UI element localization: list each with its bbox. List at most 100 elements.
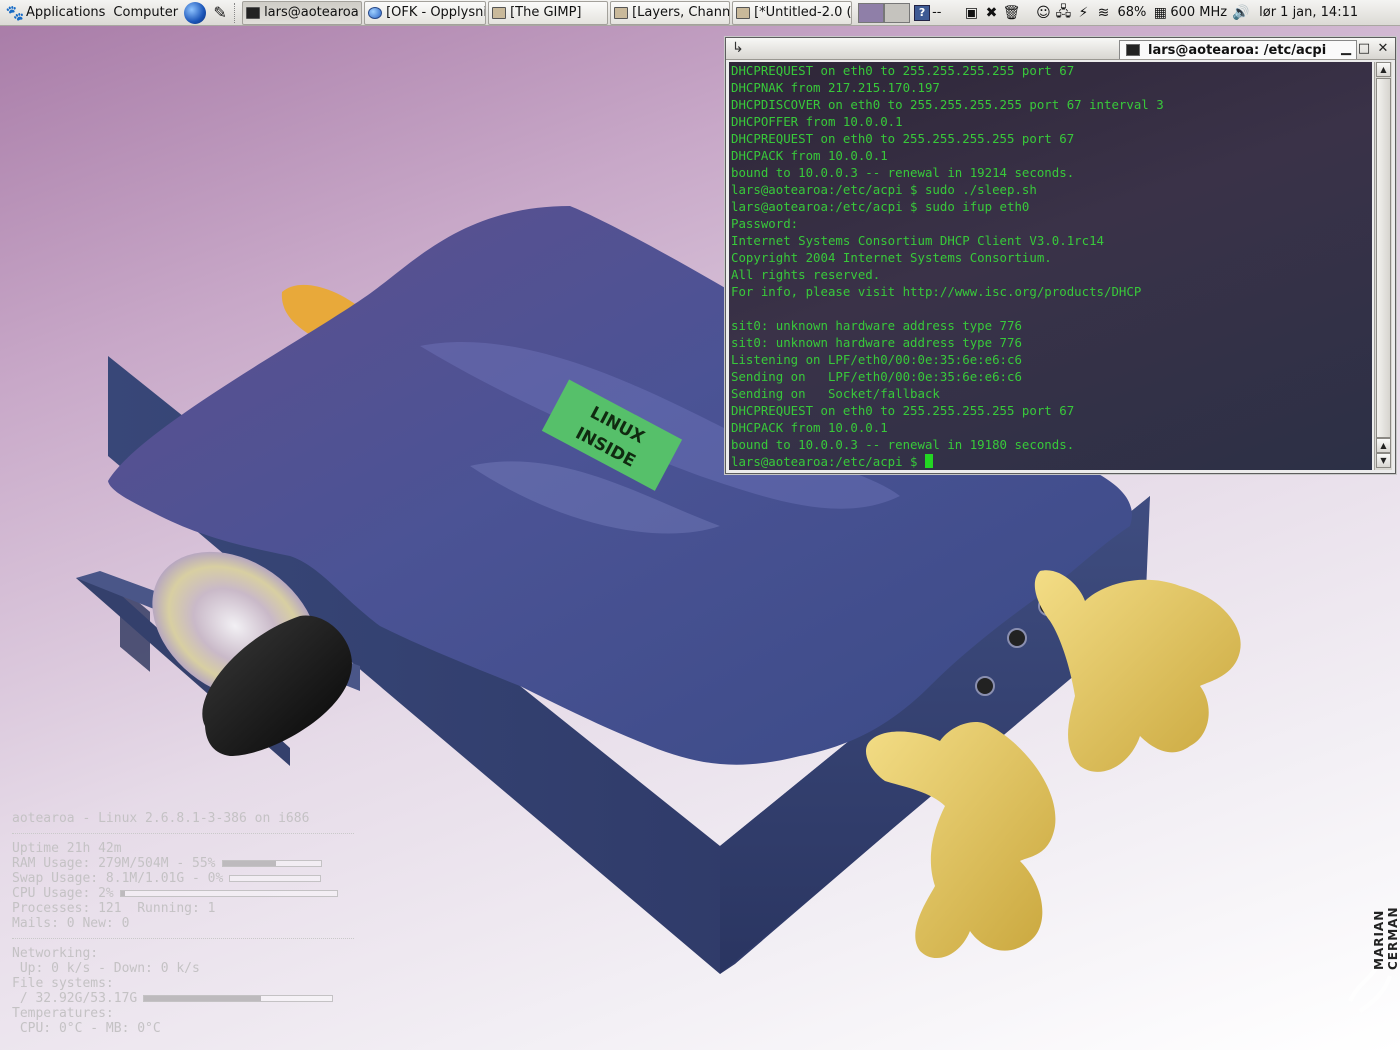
battery-label: 68% bbox=[1117, 5, 1147, 20]
terminal-icon bbox=[1126, 44, 1140, 56]
window-menu-icon[interactable]: ↳ bbox=[732, 40, 744, 56]
terminal-line: DHCPNAK from 217.215.170.197 bbox=[731, 80, 940, 95]
speaker-icon: 🔊 bbox=[1232, 4, 1250, 21]
terminal-line: Copyright 2004 Internet Systems Consorti… bbox=[731, 250, 1052, 265]
task-gimp-untitled[interactable]: [*Untitled-2.0 ( bbox=[732, 0, 853, 25]
clock-label: lør 1 jan, 14:11 bbox=[1259, 5, 1359, 20]
task-web-browser[interactable]: [OFK - Opplysni bbox=[364, 0, 487, 25]
task-label: lars@aotearoa bbox=[264, 5, 359, 20]
battery-applet[interactable]: 68% bbox=[1117, 5, 1146, 20]
maximize-icon[interactable]: □ bbox=[1356, 40, 1372, 56]
scroll-up-arrow-icon[interactable]: ▲ bbox=[1376, 62, 1391, 77]
cpu-bar bbox=[119, 890, 338, 897]
task-label: [OFK - Opplysni bbox=[386, 5, 487, 20]
cpu-freq-applet[interactable]: ▦ 600 MHz bbox=[1150, 3, 1227, 23]
terminal-icon bbox=[246, 6, 261, 19]
help-applet[interactable]: ? -- bbox=[914, 4, 941, 21]
terminal-prompt: lars@aotearoa:/etc/acpi $ bbox=[731, 454, 925, 469]
network-rates: Up: 0 k/s - Down: 0 k/s bbox=[12, 961, 200, 976]
ram-usage: RAM Usage: 279M/504M - 55% bbox=[12, 856, 357, 871]
networking-heading: Networking: bbox=[12, 946, 99, 961]
terminal-prompt-line[interactable]: lars@aotearoa:/etc/acpi $ bbox=[731, 453, 1372, 470]
signal-icon[interactable]: ≋ bbox=[1093, 3, 1113, 23]
sysmon-header: aotearoa - Linux 2.6.8.1-3-386 on i686 bbox=[12, 811, 310, 826]
power-icon[interactable]: ⚡ bbox=[1073, 3, 1093, 23]
trash-icon[interactable]: 🗑 bbox=[1001, 3, 1021, 23]
volume-applet[interactable]: 🔊 bbox=[1231, 3, 1251, 23]
mails: Mails: 0 New: 0 bbox=[12, 916, 130, 931]
cpu-freq-label: 600 MHz bbox=[1170, 5, 1228, 20]
gnome-foot-icon: 🐾 bbox=[5, 3, 25, 22]
close-icon[interactable]: ✕ bbox=[1375, 40, 1391, 56]
terminal-scrollbar[interactable]: ▲ ▲ ▼ bbox=[1374, 62, 1392, 470]
network-icon[interactable]: 🖧 bbox=[1053, 3, 1073, 23]
terminal-titlebar[interactable]: ↳ lars@aotearoa: /etc/acpi ▁ □ ✕ bbox=[726, 38, 1395, 60]
terminal-line: DHCPOFFER from 10.0.0.1 bbox=[731, 114, 903, 129]
ram-label: RAM Usage: 279M/504M - 55% bbox=[12, 856, 216, 871]
temperatures-heading: Temperatures: bbox=[12, 1006, 114, 1021]
gimp-icon bbox=[736, 6, 751, 19]
terminal-output[interactable]: DHCPREQUEST on eth0 to 255.255.255.255 p… bbox=[729, 62, 1372, 470]
divider bbox=[12, 938, 354, 939]
task-label: [The GIMP] bbox=[510, 5, 582, 20]
terminal-line: DHCPACK from 10.0.0.1 bbox=[731, 148, 888, 163]
terminal-line: Internet Systems Consortium DHCP Client … bbox=[731, 233, 1104, 248]
terminal-line: DHCPACK from 10.0.0.1 bbox=[731, 420, 888, 435]
filesystems-heading: File systems: bbox=[12, 976, 114, 991]
graphics-launcher-icon[interactable]: ✎ bbox=[208, 2, 232, 24]
web-browser-icon bbox=[368, 6, 383, 19]
scroll-down-arrow-icon[interactable]: ▼ bbox=[1376, 453, 1391, 468]
scroll-thumb[interactable] bbox=[1376, 78, 1391, 438]
gimp-icon bbox=[614, 6, 629, 19]
artist-signature: MARIAN CERMAN bbox=[1372, 906, 1400, 970]
fs-label: / 32.92G/53.17G bbox=[12, 991, 138, 1006]
task-terminal[interactable]: lars@aotearoa bbox=[242, 0, 363, 25]
terminal-window[interactable]: ↳ lars@aotearoa: /etc/acpi ▁ □ ✕ DHCPREQ… bbox=[725, 37, 1396, 474]
terminal-line: DHCPREQUEST on eth0 to 255.255.255.255 p… bbox=[731, 403, 1075, 418]
workspace-switcher[interactable] bbox=[858, 2, 911, 23]
task-label: [Layers, Chann bbox=[632, 5, 731, 20]
web-browser-launcher-icon[interactable] bbox=[184, 1, 207, 24]
ram-bar bbox=[221, 860, 322, 867]
computer-menu[interactable]: Computer bbox=[109, 0, 182, 26]
cpu-label: CPU Usage: 2% bbox=[12, 886, 114, 901]
uptime: Uptime 21h 42m bbox=[12, 841, 122, 856]
terminal-line: Password: bbox=[731, 216, 799, 231]
task-gimp-layers[interactable]: [Layers, Chann bbox=[610, 0, 731, 25]
terminal-line: bound to 10.0.0.3 -- renewal in 19180 se… bbox=[731, 437, 1075, 452]
temperature-values: CPU: 0°C - MB: 0°C bbox=[12, 1021, 161, 1036]
terminal-tab-title: lars@aotearoa: /etc/acpi bbox=[1148, 42, 1327, 58]
task-gimp[interactable]: [The GIMP] bbox=[488, 0, 609, 25]
terminal-line: Sending on Socket/fallback bbox=[731, 386, 940, 401]
gimp-icon bbox=[492, 6, 507, 19]
swap-bar bbox=[229, 875, 322, 882]
minimize-icon[interactable]: ▁ bbox=[1338, 40, 1354, 56]
root-filesystem: / 32.92G/53.17G bbox=[12, 991, 357, 1006]
applications-menu[interactable]: 🐾 Applications bbox=[0, 0, 109, 26]
task-label: [*Untitled-2.0 ( bbox=[754, 5, 852, 20]
terminal-line: DHCPREQUEST on eth0 to 255.255.255.255 p… bbox=[731, 131, 1075, 146]
user-icon[interactable]: ☺ bbox=[1033, 3, 1053, 23]
workspace-2[interactable] bbox=[884, 2, 911, 23]
swap-usage: Swap Usage: 8.1M/1.01G - 0% bbox=[12, 871, 357, 886]
cpu-chip-icon: ▦ bbox=[1153, 4, 1167, 21]
terminal-line: Listening on LPF/eth0/00:0e:35:6e:e6:c6 bbox=[731, 352, 1022, 367]
terminal-line: All rights reserved. bbox=[731, 267, 881, 282]
clock-applet[interactable]: lør 1 jan, 14:11 bbox=[1259, 5, 1358, 20]
terminal-tab[interactable]: lars@aotearoa: /etc/acpi bbox=[1119, 40, 1357, 59]
terminal-line: DHCPDISCOVER on eth0 to 255.255.255.255 … bbox=[731, 97, 1164, 112]
workspace-1[interactable] bbox=[858, 2, 885, 23]
terminal-line: Sending on LPF/eth0/00:0e:35:6e:e6:c6 bbox=[731, 369, 1022, 384]
show-desktop-icon[interactable]: ▣ bbox=[961, 3, 981, 23]
scroll-up-arrow-icon[interactable]: ▲ bbox=[1376, 438, 1391, 453]
fs-bar bbox=[143, 995, 334, 1002]
processes: Processes: 121 Running: 1 bbox=[12, 901, 216, 916]
terminal-line: bound to 10.0.0.3 -- renewal in 19214 se… bbox=[731, 165, 1075, 180]
cpu-usage: CPU Usage: 2% bbox=[12, 886, 357, 901]
terminal-line: For info, please visit http://www.isc.or… bbox=[731, 284, 1142, 299]
terminal-cursor bbox=[924, 454, 933, 468]
blocked-icon[interactable]: ✖ bbox=[981, 3, 1001, 23]
applications-label: Applications bbox=[26, 5, 106, 20]
terminal-line: sit0: unknown hardware address type 776 bbox=[731, 318, 1022, 333]
